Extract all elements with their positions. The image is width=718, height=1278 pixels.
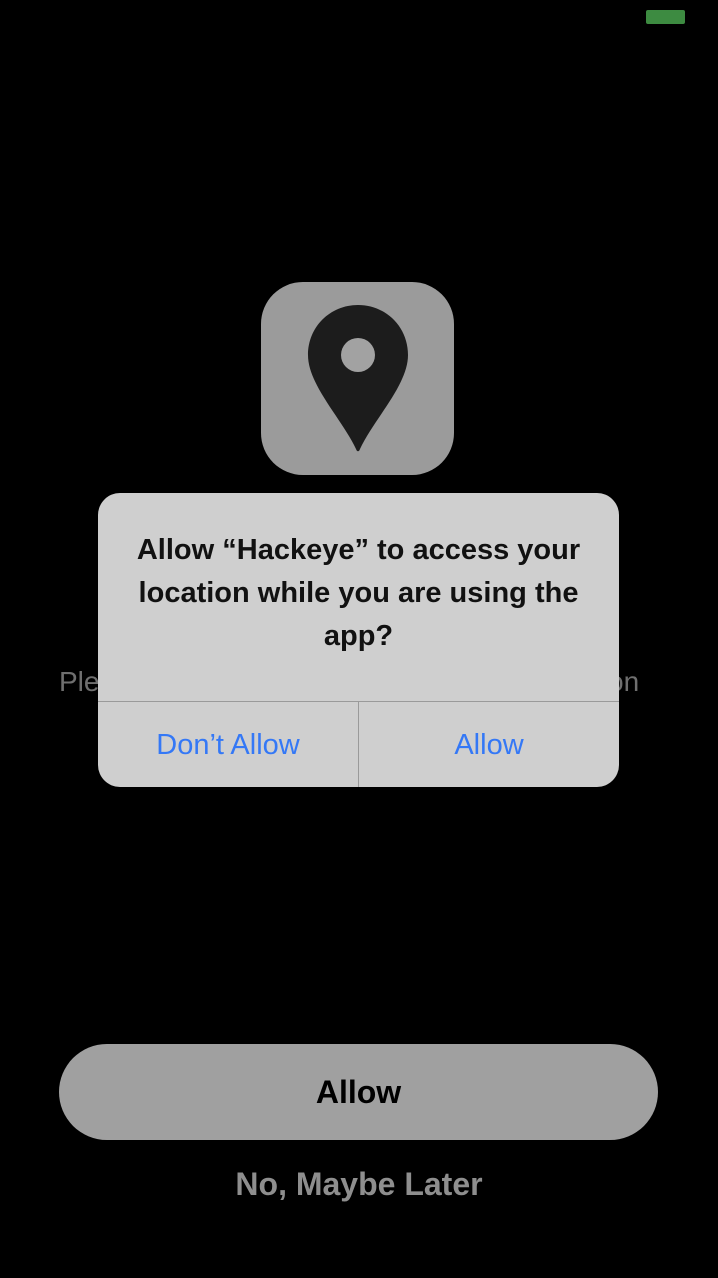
alert-actions: Don’t Allow Allow	[98, 701, 619, 787]
location-pin-icon	[261, 282, 454, 475]
location-pin-glyph	[307, 304, 408, 451]
alert-message: Allow “Hackeye” to access your location …	[136, 534, 581, 652]
battery-icon	[646, 10, 685, 24]
permission-description-start: Ple	[59, 666, 100, 697]
maybe-later-link[interactable]: No, Maybe Later	[0, 1166, 718, 1203]
alert-allow-button[interactable]: Allow	[358, 702, 619, 787]
location-permission-alert: Allow “Hackeye” to access your location …	[98, 493, 619, 787]
allow-button[interactable]: Allow	[59, 1044, 658, 1140]
dont-allow-button[interactable]: Don’t Allow	[98, 702, 358, 787]
